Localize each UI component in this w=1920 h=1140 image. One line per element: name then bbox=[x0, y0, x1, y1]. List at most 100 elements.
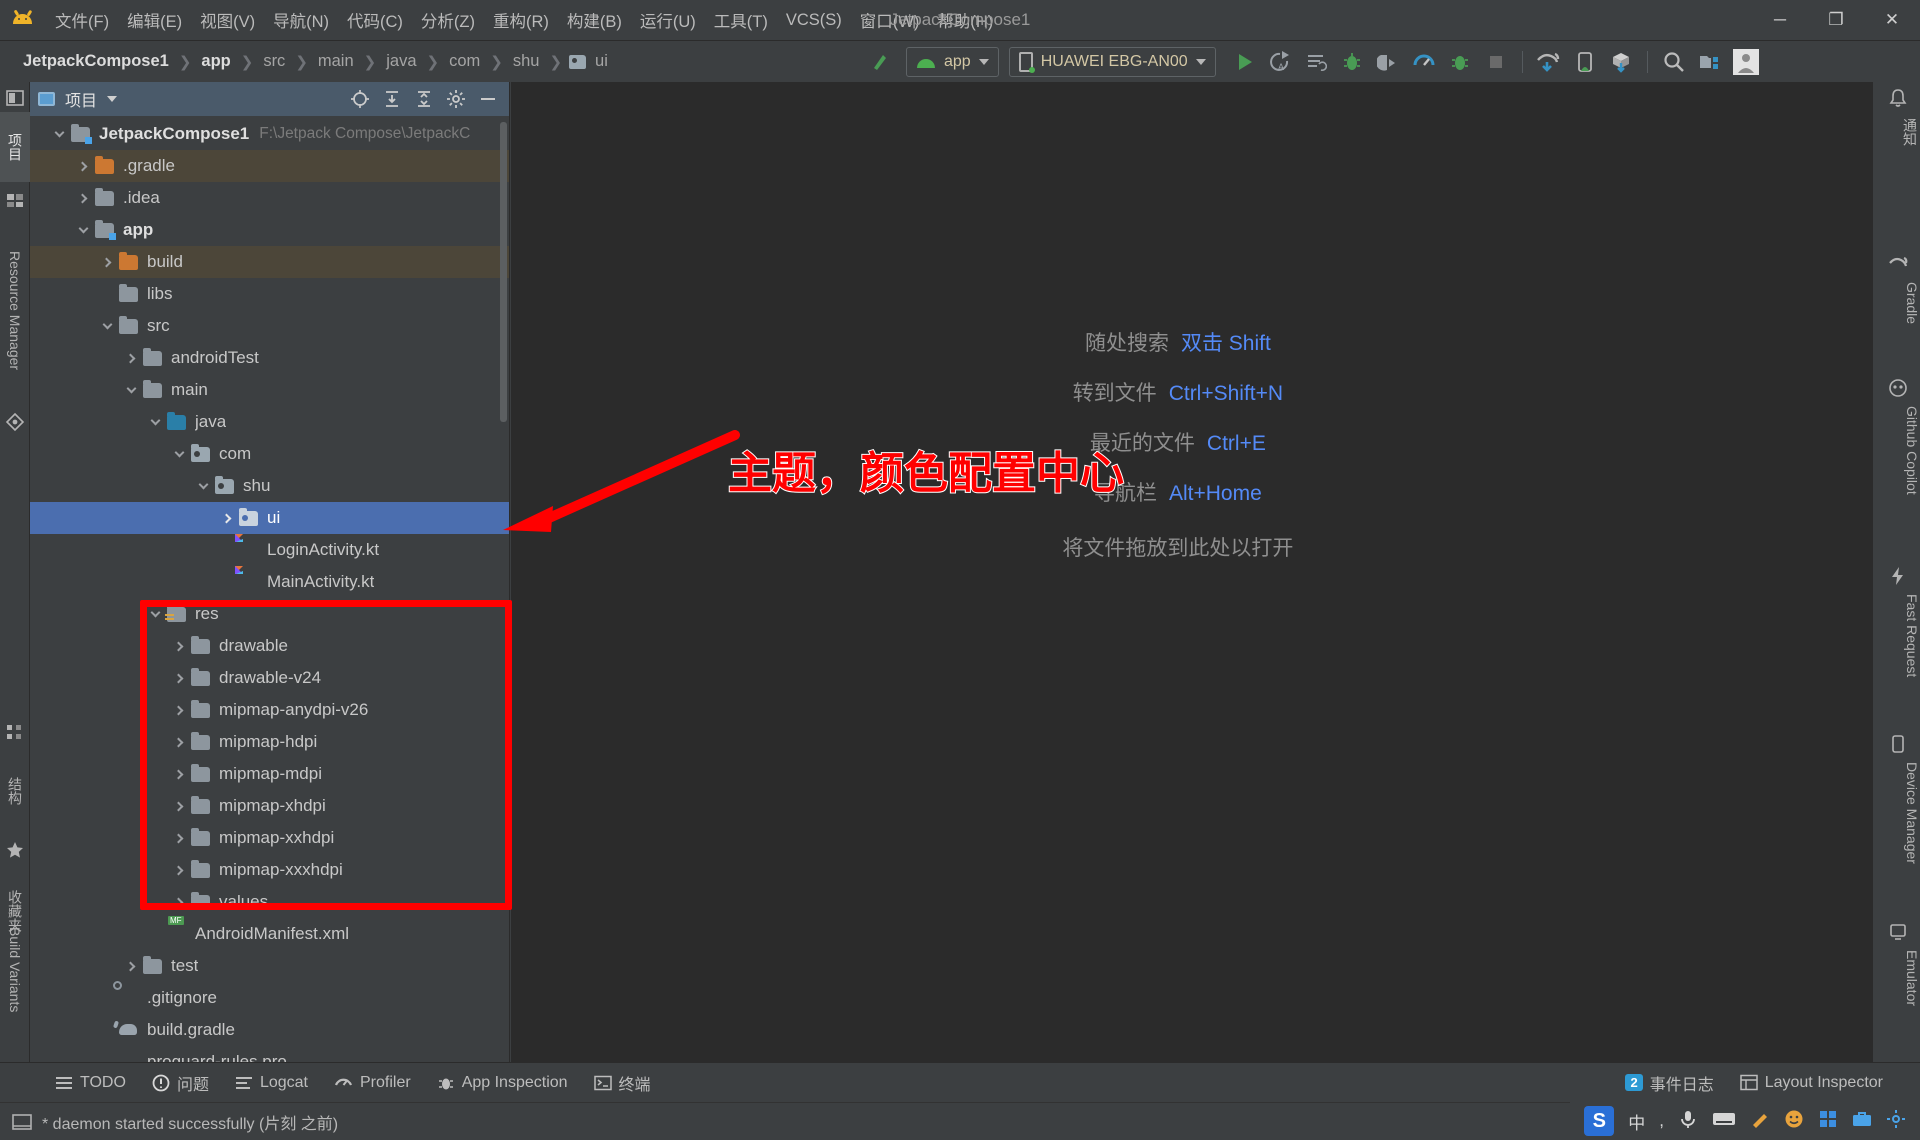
breadcrumb-item-java[interactable]: java bbox=[383, 50, 419, 73]
tree-row[interactable]: com bbox=[30, 438, 509, 470]
breadcrumb-item-main[interactable]: main bbox=[315, 50, 357, 73]
tree-row[interactable]: MainActivity.kt bbox=[30, 566, 509, 598]
status-item-event-log[interactable]: 2 事件日志 bbox=[1612, 1063, 1726, 1103]
tree-twisty[interactable] bbox=[96, 1014, 118, 1046]
tree-row[interactable]: .gitignore bbox=[30, 981, 509, 1014]
tree-row[interactable]: mipmap-anydpi-v26 bbox=[30, 694, 509, 726]
tree-row[interactable]: values bbox=[30, 886, 509, 918]
tree-row[interactable]: java bbox=[30, 406, 509, 438]
hide-panel-icon[interactable] bbox=[475, 86, 501, 112]
sidebar-item-notifications[interactable]: 通知 bbox=[1890, 118, 1920, 248]
avd-manager-icon[interactable] bbox=[1567, 47, 1603, 77]
tree-row[interactable]: mipmap-xxxhdpi bbox=[30, 854, 509, 886]
github-copilot-icon[interactable] bbox=[1888, 378, 1908, 398]
breadcrumb-item-ui[interactable]: ui bbox=[592, 50, 611, 73]
tree-row[interactable]: drawable-v24 bbox=[30, 662, 509, 694]
tree-twisty[interactable] bbox=[168, 790, 190, 822]
sidebar-item-build-variants[interactable]: Build Variants bbox=[0, 884, 30, 1056]
menu-navigate[interactable]: 导航(N) bbox=[264, 5, 338, 35]
tree-twisty[interactable] bbox=[168, 758, 190, 790]
apply-code-changes-icon[interactable] bbox=[1298, 47, 1334, 77]
gradle-sync-icon[interactable] bbox=[1531, 47, 1567, 77]
menu-edit[interactable]: 编辑(E) bbox=[118, 5, 191, 35]
breadcrumb-item-src[interactable]: src bbox=[260, 50, 288, 73]
status-item-logcat[interactable]: Logcat bbox=[222, 1063, 321, 1103]
tree-twisty[interactable] bbox=[168, 438, 190, 470]
menu-refactor[interactable]: 重构(R) bbox=[484, 5, 558, 35]
tree-row[interactable]: app bbox=[30, 214, 509, 246]
status-item-layout-inspector[interactable]: Layout Inspector bbox=[1727, 1063, 1896, 1103]
status-item-todo[interactable]: TODO bbox=[42, 1063, 139, 1103]
mic-icon[interactable] bbox=[1678, 1109, 1698, 1134]
account-avatar[interactable] bbox=[1728, 47, 1764, 77]
ime-mode-label[interactable]: 中 bbox=[1628, 1109, 1645, 1134]
tree-row[interactable]: .idea bbox=[30, 182, 509, 214]
tree-twisty[interactable] bbox=[168, 662, 190, 694]
structure-tab-icon[interactable] bbox=[5, 722, 25, 742]
tree-row[interactable]: mipmap-hdpi bbox=[30, 726, 509, 758]
smiley-icon[interactable] bbox=[1784, 1109, 1804, 1134]
tree-twisty[interactable] bbox=[96, 246, 118, 278]
sidebar-item-device-manager[interactable]: Device Manager bbox=[1890, 762, 1920, 912]
tree-twisty[interactable] bbox=[168, 694, 190, 726]
attach-debugger-icon[interactable] bbox=[1370, 47, 1406, 77]
menu-vcs[interactable]: VCS(S) bbox=[777, 8, 851, 33]
tree-row[interactable]: test bbox=[30, 950, 509, 982]
locate-icon[interactable] bbox=[347, 86, 373, 112]
tree-row[interactable]: LoginActivity.kt bbox=[30, 534, 509, 566]
tree-row[interactable]: androidTest bbox=[30, 342, 509, 374]
tree-twisty[interactable] bbox=[48, 118, 70, 150]
sdk-manager-icon[interactable] bbox=[1603, 47, 1639, 77]
status-item-problems[interactable]: 问题 bbox=[139, 1063, 222, 1103]
resource-manager-icon[interactable] bbox=[5, 190, 25, 210]
apply-changes-icon[interactable]: A bbox=[1262, 47, 1298, 77]
tree-twisty[interactable] bbox=[144, 406, 166, 438]
collapse-all-icon[interactable] bbox=[411, 86, 437, 112]
run-with-coverage-icon[interactable] bbox=[1442, 47, 1478, 77]
tree-twisty[interactable] bbox=[144, 918, 166, 950]
maximize-button[interactable]: ❐ bbox=[1808, 0, 1864, 40]
breadcrumb-item-com[interactable]: com bbox=[446, 50, 483, 73]
sidebar-item-resource-manager[interactable]: Resource Manager bbox=[0, 216, 30, 406]
sidebar-item-project[interactable]: 项目 bbox=[0, 112, 30, 182]
tree-twisty[interactable] bbox=[96, 278, 118, 310]
tree-twisty[interactable] bbox=[96, 1046, 118, 1062]
breadcrumb-item-shu[interactable]: shu bbox=[510, 50, 543, 73]
tree-row[interactable]: build.gradle bbox=[30, 1014, 509, 1046]
sidebar-item-gradle[interactable]: Gradle bbox=[1890, 282, 1920, 372]
toolbox-icon[interactable] bbox=[1852, 1110, 1872, 1133]
comma-icon[interactable]: , bbox=[1659, 1111, 1664, 1131]
tree-row[interactable]: ui bbox=[30, 502, 509, 534]
favorites-star-icon[interactable] bbox=[5, 840, 25, 860]
editor-empty-area[interactable]: 随处搜索 双击 Shift 转到文件 Ctrl+Shift+N 最近的文件 Ctrl+E 导… bbox=[511, 82, 1872, 1062]
menu-window[interactable]: 窗口(W) bbox=[851, 5, 929, 35]
status-item-app-inspection[interactable]: App Inspection bbox=[424, 1063, 581, 1103]
tree-twisty[interactable] bbox=[72, 150, 94, 182]
debug-icon[interactable] bbox=[1334, 47, 1370, 77]
tree-row[interactable]: libs bbox=[30, 278, 509, 310]
stop-icon[interactable] bbox=[1478, 47, 1514, 77]
tree-row[interactable]: shu bbox=[30, 470, 509, 502]
keyboard-icon[interactable] bbox=[1712, 1110, 1736, 1133]
module-selector[interactable]: app bbox=[906, 46, 999, 77]
make-project-icon[interactable] bbox=[862, 47, 898, 77]
tree-row[interactable]: mipmap-mdpi bbox=[30, 758, 509, 790]
status-item-profiler[interactable]: Profiler bbox=[321, 1063, 424, 1103]
device-file-explorer-icon[interactable] bbox=[5, 412, 25, 432]
settings-gear-icon[interactable] bbox=[443, 86, 469, 112]
tree-row[interactable]: drawable bbox=[30, 630, 509, 662]
tree-row[interactable]: .gradle bbox=[30, 150, 509, 182]
pencil-icon[interactable] bbox=[1750, 1109, 1770, 1134]
tree-row[interactable]: mipmap-xxhdpi bbox=[30, 822, 509, 854]
sidebar-item-fast-request[interactable]: Fast Request bbox=[1890, 594, 1920, 724]
device-selector[interactable]: HUAWEI EBG-AN00 bbox=[1008, 46, 1216, 77]
tree-row[interactable]: res bbox=[30, 598, 509, 630]
expand-all-icon[interactable] bbox=[379, 86, 405, 112]
sidebar-item-structure[interactable]: 结构 bbox=[0, 756, 30, 826]
tree-twisty[interactable] bbox=[168, 886, 190, 918]
grid-icon[interactable] bbox=[1818, 1109, 1838, 1134]
tree-row[interactable]: main bbox=[30, 374, 509, 406]
tree-twisty[interactable] bbox=[72, 182, 94, 214]
breadcrumb-item-app[interactable]: app bbox=[198, 50, 233, 73]
search-everywhere-icon[interactable] bbox=[1656, 47, 1692, 77]
